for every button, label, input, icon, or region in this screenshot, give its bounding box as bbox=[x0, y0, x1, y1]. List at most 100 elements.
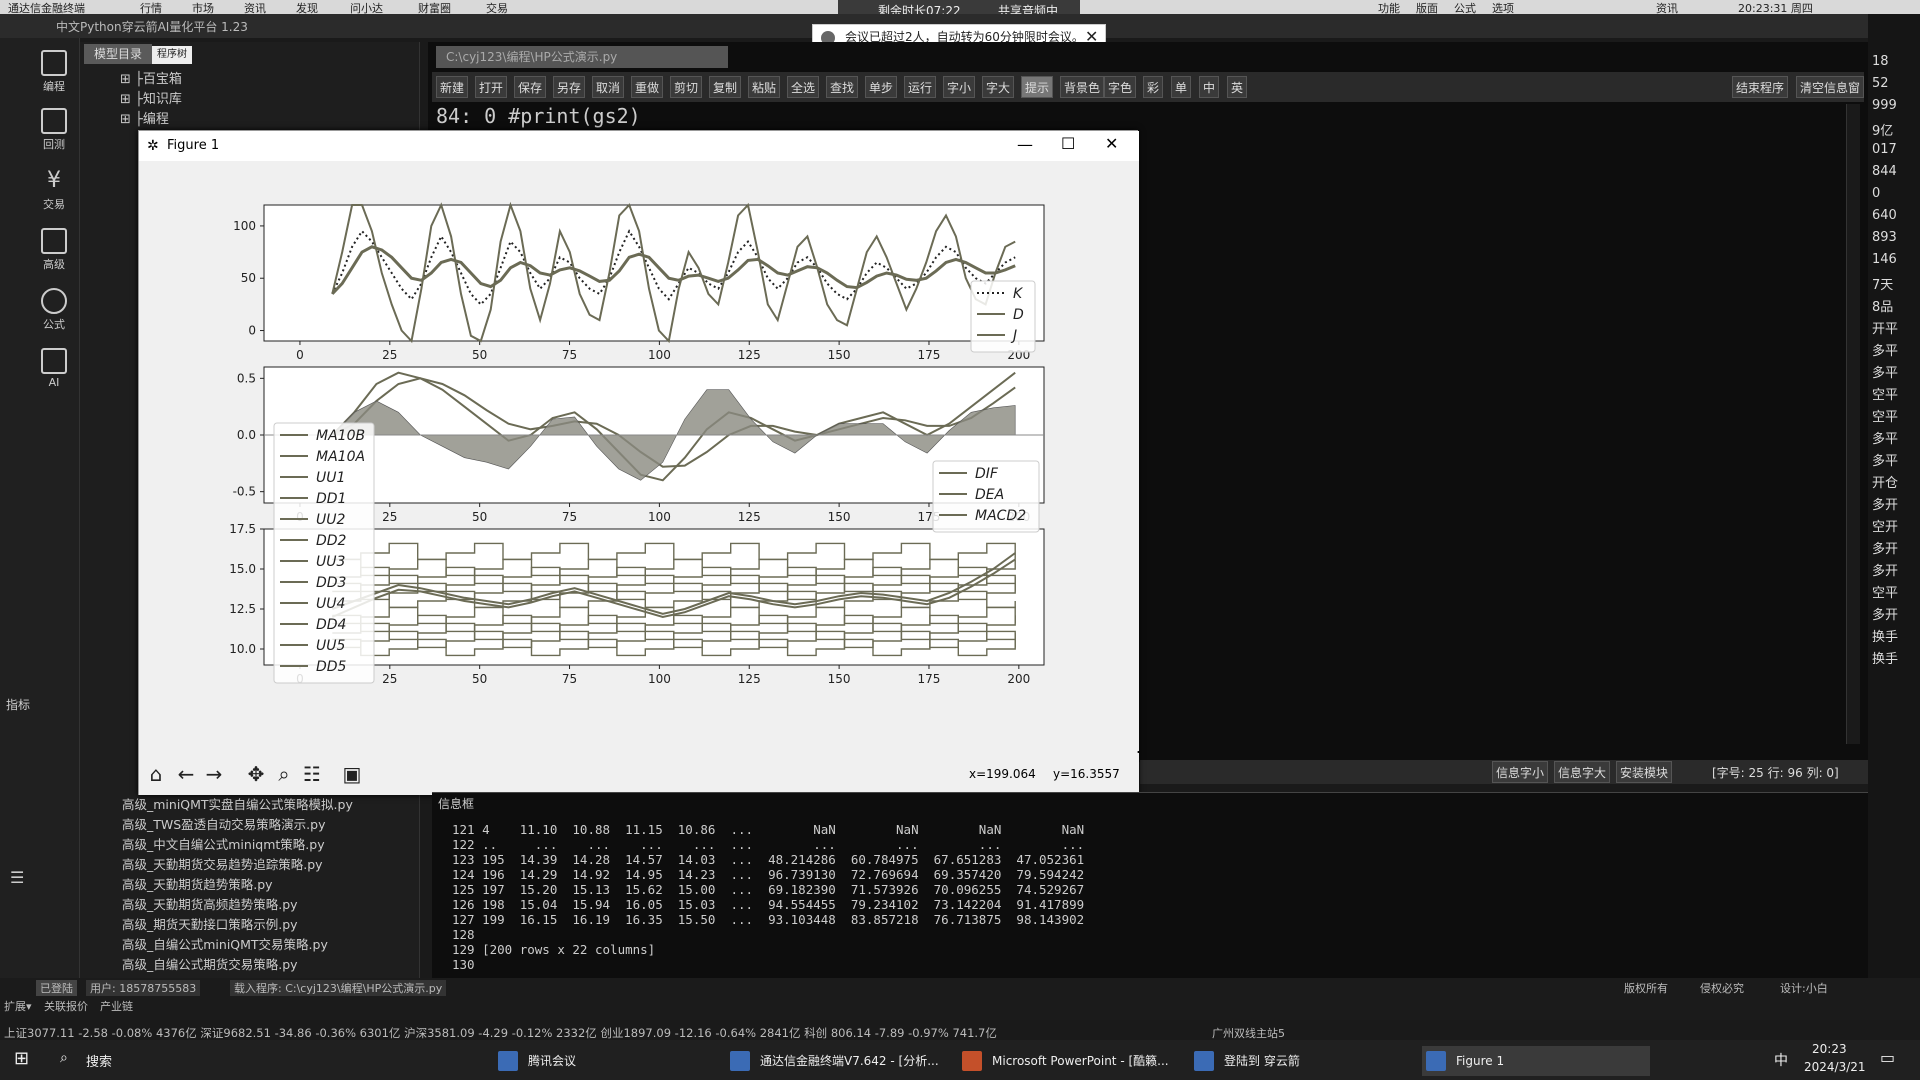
nav-programming-label: 编程 bbox=[43, 80, 65, 93]
info-font-larger-button[interactable]: 信息字大 bbox=[1554, 761, 1611, 783]
tree-item-knowledge[interactable]: ⊞ ├知识库 bbox=[120, 88, 182, 107]
nav-backtest[interactable]: 回测 bbox=[36, 108, 72, 152]
menu-formula[interactable]: 公式 bbox=[1454, 0, 1476, 14]
toolbar-button-3[interactable]: 另存 bbox=[553, 76, 586, 98]
toolbar-button-5[interactable]: 重做 bbox=[631, 76, 664, 98]
nav-trade[interactable]: ¥ 交易 bbox=[36, 168, 72, 212]
toolbar-button-17[interactable]: 字色 bbox=[1104, 76, 1137, 98]
save-icon[interactable]: ▣ bbox=[339, 761, 365, 787]
nav-advanced[interactable]: 高级 bbox=[36, 228, 72, 272]
menu-discover[interactable]: 发现 bbox=[296, 0, 318, 14]
toolbar-button-20[interactable]: 中 bbox=[1199, 76, 1220, 98]
nav-formula[interactable]: 公式 bbox=[36, 288, 72, 332]
related-quote-link[interactable]: 关联报价 bbox=[44, 998, 88, 1014]
tree-item-toolbox[interactable]: ⊞ ├百宝箱 bbox=[120, 68, 182, 87]
notification-icon[interactable]: ▭ bbox=[1880, 1048, 1895, 1067]
configure-subplots-icon[interactable]: ☷ bbox=[299, 761, 325, 787]
figure-window[interactable]: ✲ Figure 1 — ☐ ✕ 0 25 50 75 100 125 150 175 200 1… bbox=[138, 130, 1139, 795]
menu-wealth[interactable]: 财富圈 bbox=[418, 0, 451, 14]
maximize-icon[interactable]: ☐ bbox=[1061, 134, 1075, 153]
app-title: 中文Python穿云箭AI量化平台 1.23 bbox=[56, 20, 248, 34]
x-tick-label: 0 bbox=[296, 348, 304, 362]
toolbar-right-button-1[interactable]: 清空信息窗 bbox=[1796, 76, 1864, 98]
tree-file[interactable]: 高级_天勤期货高频趋势策略.py bbox=[122, 894, 298, 913]
menu-function[interactable]: 功能 bbox=[1378, 0, 1400, 14]
taskbar-app-active[interactable]: Figure 1 bbox=[1422, 1046, 1650, 1076]
tree-file[interactable]: 高级_期货天勤接口策略示例.py bbox=[122, 914, 298, 933]
taskbar-app[interactable]: Microsoft PowerPoint - [酷籁... bbox=[958, 1046, 1169, 1076]
chart-canvas[interactable]: 0255075100125150175200100500025507510012… bbox=[139, 161, 1139, 751]
tree-file[interactable]: 高级_自编公式期货交易策略.py bbox=[122, 954, 298, 973]
menu-news[interactable]: 资讯 bbox=[244, 0, 266, 14]
forward-icon[interactable]: → bbox=[201, 761, 227, 787]
taskbar-time: 20:23 bbox=[1812, 1042, 1847, 1056]
info-font-smaller-button[interactable]: 信息字小 bbox=[1492, 761, 1549, 783]
quote-label: 0 bbox=[1872, 186, 1881, 201]
taskbar-app[interactable]: 登陆到 穿云箭 bbox=[1190, 1046, 1300, 1076]
indicator-label[interactable]: 指标 bbox=[6, 696, 30, 713]
toolbar-button-6[interactable]: 剪切 bbox=[670, 76, 703, 98]
tab-model-dir[interactable]: 模型目录 bbox=[84, 44, 152, 64]
taskbar-search[interactable]: 搜索 bbox=[86, 1051, 112, 1070]
menu-brand[interactable]: 通达信金融终端 bbox=[8, 0, 85, 14]
toolbar-button-4[interactable]: 取消 bbox=[592, 76, 625, 98]
tdx-app-icon bbox=[730, 1051, 750, 1071]
home-icon[interactable]: ⌂ bbox=[143, 761, 169, 787]
toolbar-button-7[interactable]: 复制 bbox=[709, 76, 742, 98]
quote-label: 多平 bbox=[1872, 366, 1899, 381]
menu-news2[interactable]: 资讯 bbox=[1656, 0, 1678, 14]
industry-chain-link[interactable]: 产业链 bbox=[100, 998, 133, 1014]
list-icon[interactable]: ☰ bbox=[10, 868, 24, 887]
menu-options[interactable]: 选项 bbox=[1492, 0, 1514, 14]
tree-file[interactable]: 高级_天勤期货趋势策略.py bbox=[122, 874, 273, 893]
toolbar-button-11[interactable]: 单步 bbox=[865, 76, 898, 98]
editor-scrollbar[interactable] bbox=[1846, 104, 1860, 744]
expand-link[interactable]: 扩展▾ bbox=[4, 998, 32, 1014]
toolbar-button-14[interactable]: 字大 bbox=[982, 76, 1015, 98]
menu-xiaoda[interactable]: 问小达 bbox=[350, 0, 383, 14]
search-icon[interactable]: ⌕ bbox=[60, 1050, 68, 1066]
toolbar-button-2[interactable]: 保存 bbox=[514, 76, 547, 98]
toolbar-button-10[interactable]: 查找 bbox=[826, 76, 859, 98]
toolbar-button-21[interactable]: 英 bbox=[1227, 76, 1248, 98]
tree-file[interactable]: 高级_TWS盈透自动交易策略演示.py bbox=[122, 814, 326, 833]
toolbar-button-9[interactable]: 全选 bbox=[787, 76, 820, 98]
menu-market[interactable]: 行情 bbox=[140, 0, 162, 14]
close-icon[interactable]: ✕ bbox=[1105, 134, 1118, 153]
tree-file[interactable]: 高级_中文自编公式miniqmt策略.py bbox=[122, 834, 325, 853]
menu-layout[interactable]: 版面 bbox=[1416, 0, 1438, 14]
toolbar-button-19[interactable]: 单 bbox=[1171, 76, 1192, 98]
taskbar-app[interactable]: 通达信金融终端V7.642 - [分析... bbox=[726, 1046, 939, 1076]
editor-tab[interactable]: C:\cyj123\编程\HP公式演示.py bbox=[436, 46, 728, 68]
tree-file[interactable]: 高级_自编公式miniQMT交易策略.py bbox=[122, 934, 328, 953]
toolbar-button-16[interactable]: 背景色 bbox=[1060, 76, 1105, 98]
install-module-button[interactable]: 安装模块 bbox=[1616, 761, 1673, 783]
code-line[interactable]: 84: 0 #print(gs2) bbox=[436, 104, 641, 128]
toolbar-button-18[interactable]: 彩 bbox=[1143, 76, 1164, 98]
taskbar-app[interactable]: 腾讯会议 bbox=[494, 1046, 576, 1076]
tree-file[interactable]: 高级_miniQMT实盘自编公式策略模拟.py bbox=[122, 794, 353, 813]
toolbar-button-1[interactable]: 打开 bbox=[475, 76, 508, 98]
nav-trade-label: 交易 bbox=[43, 198, 65, 211]
toolbar-button-8[interactable]: 粘贴 bbox=[748, 76, 781, 98]
toolbar-button-0[interactable]: 新建 bbox=[436, 76, 469, 98]
ime-indicator[interactable]: 中 bbox=[1774, 1050, 1788, 1070]
nav-ai[interactable]: AI bbox=[36, 348, 72, 389]
menu-market2[interactable]: 市场 bbox=[192, 0, 214, 14]
nav-programming[interactable]: 编程 bbox=[36, 50, 72, 94]
windows-start-icon[interactable]: ⊞ bbox=[14, 1048, 29, 1069]
pan-icon[interactable]: ✥ bbox=[243, 761, 269, 787]
tree-file[interactable]: 高级_天勤期货交易趋势追踪策略.py bbox=[122, 854, 323, 873]
minimize-icon[interactable]: — bbox=[1017, 135, 1033, 154]
menu-trade[interactable]: 交易 bbox=[486, 0, 508, 14]
toolbar-button-12[interactable]: 运行 bbox=[904, 76, 937, 98]
quote-label: 999 bbox=[1872, 98, 1897, 113]
tree-item-programming[interactable]: ⊞ ├编程 bbox=[120, 108, 169, 127]
back-icon[interactable]: ← bbox=[173, 761, 199, 787]
toolbar-right-button-0[interactable]: 结束程序 bbox=[1732, 76, 1789, 98]
tab-program-tree[interactable]: 程序树 bbox=[152, 46, 192, 64]
zoom-icon[interactable]: ⌕ bbox=[271, 761, 297, 787]
toolbar-button-13[interactable]: 字小 bbox=[943, 76, 976, 98]
toolbar-button-15[interactable]: 提示 bbox=[1021, 76, 1054, 98]
plot-area[interactable]: 0255075100125150175200100500025507510012… bbox=[139, 161, 1139, 751]
